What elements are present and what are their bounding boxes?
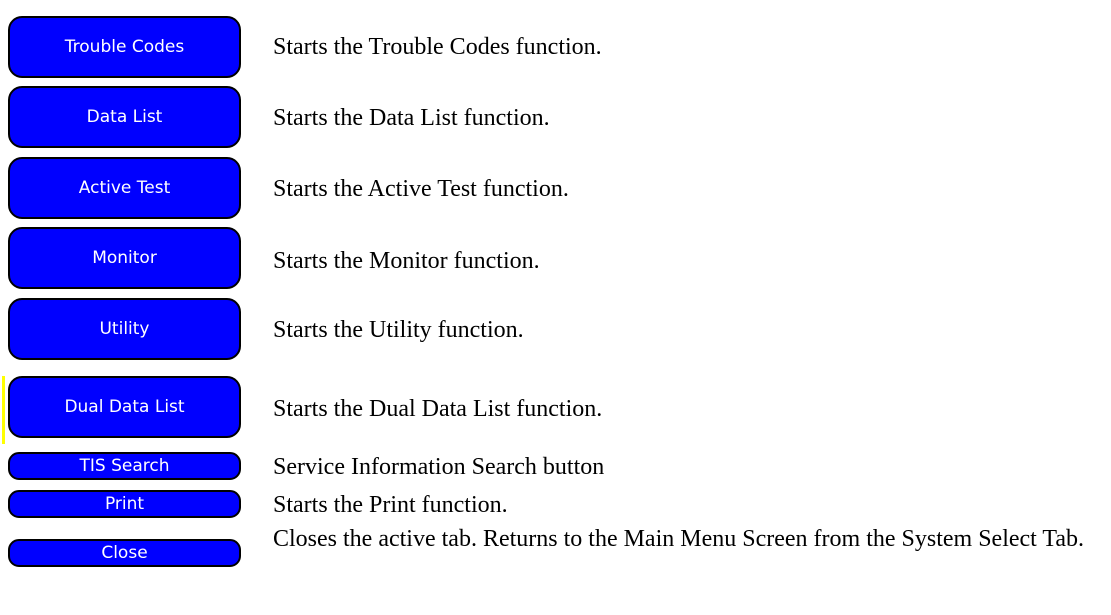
print-description: Starts the Print function.: [273, 492, 508, 518]
close-description: Closes the active tab. Returns to the Ma…: [273, 526, 1085, 552]
active-test-button[interactable]: Active Test: [8, 157, 241, 219]
dual-data-list-description: Starts the Dual Data List function.: [273, 396, 603, 422]
utility-button[interactable]: Utility: [8, 298, 241, 360]
monitor-description: Starts the Monitor function.: [273, 248, 540, 274]
active-test-description: Starts the Active Test function.: [273, 176, 569, 202]
trouble-codes-description: Starts the Trouble Codes function.: [273, 34, 602, 60]
print-button[interactable]: Print: [8, 490, 241, 518]
monitor-button[interactable]: Monitor: [8, 227, 241, 289]
data-list-description: Starts the Data List function.: [273, 105, 550, 131]
dual-data-list-button[interactable]: Dual Data List: [8, 376, 241, 438]
selection-marker: [2, 376, 5, 444]
tis-search-description: Service Information Search button: [273, 454, 605, 480]
trouble-codes-button[interactable]: Trouble Codes: [8, 16, 241, 78]
close-button[interactable]: Close: [8, 539, 241, 567]
data-list-button[interactable]: Data List: [8, 86, 241, 148]
utility-description: Starts the Utility function.: [273, 317, 524, 343]
tis-search-button[interactable]: TIS Search: [8, 452, 241, 480]
